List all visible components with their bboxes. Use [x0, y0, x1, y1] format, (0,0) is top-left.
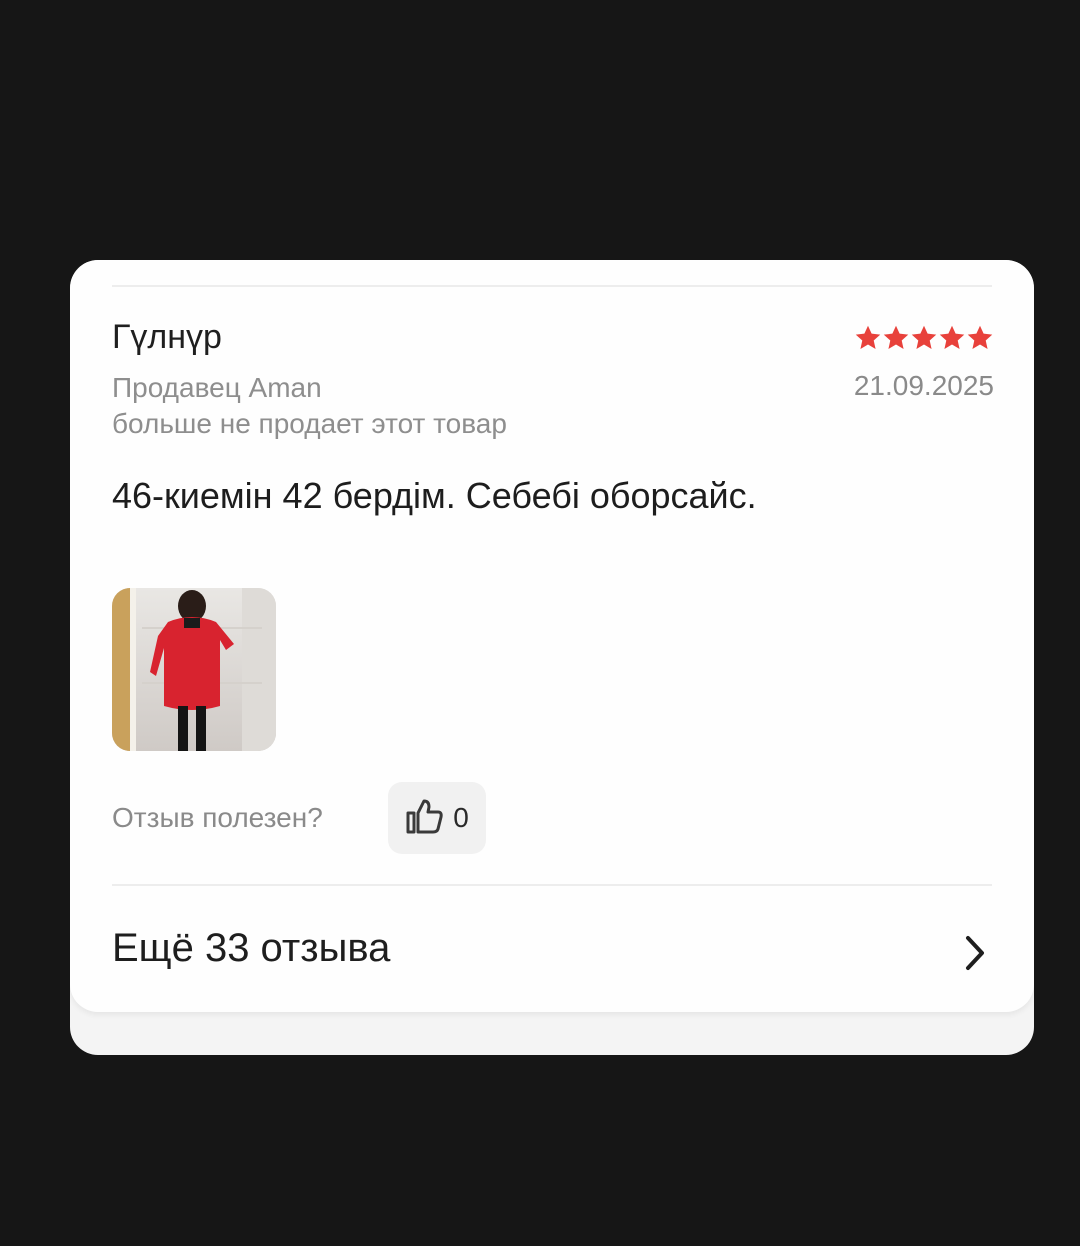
rating-stars [854, 324, 994, 352]
seller-name: Продавец Aman [112, 372, 322, 403]
star-icon [911, 325, 937, 349]
review-photo-image [112, 588, 276, 751]
seller-status: больше не продает этот товар [112, 408, 507, 439]
star-icon [855, 325, 881, 349]
like-button[interactable]: 0 [388, 782, 486, 854]
seller-info: Продавец Aman больше не продает этот тов… [112, 370, 507, 442]
review-author: Гүлнүр [112, 318, 222, 356]
divider [112, 285, 992, 287]
more-reviews-link[interactable]: Ещё 33 отзыва [70, 886, 1034, 1010]
helpful-label: Отзыв полезен? [112, 802, 323, 833]
review-text: 46-киемін 42 бердім. Себебі оборсайс. [112, 475, 757, 516]
star-icon [939, 325, 965, 349]
review-item: Гүлнүр 21.09.2025 Продавец Aman больше н… [70, 260, 1034, 1012]
star-icon [967, 325, 993, 349]
more-reviews-label: Ещё 33 отзыва [112, 926, 391, 970]
reviews-card: Гүлнүр 21.09.2025 Продавец Aman больше н… [70, 260, 1034, 1055]
review-photo[interactable] [112, 588, 276, 751]
review-date: 21.09.2025 [853, 370, 994, 401]
thumbs-up-icon [405, 797, 445, 840]
chevron-right-icon [966, 936, 984, 970]
like-count: 0 [453, 802, 469, 833]
star-icon [883, 325, 909, 349]
